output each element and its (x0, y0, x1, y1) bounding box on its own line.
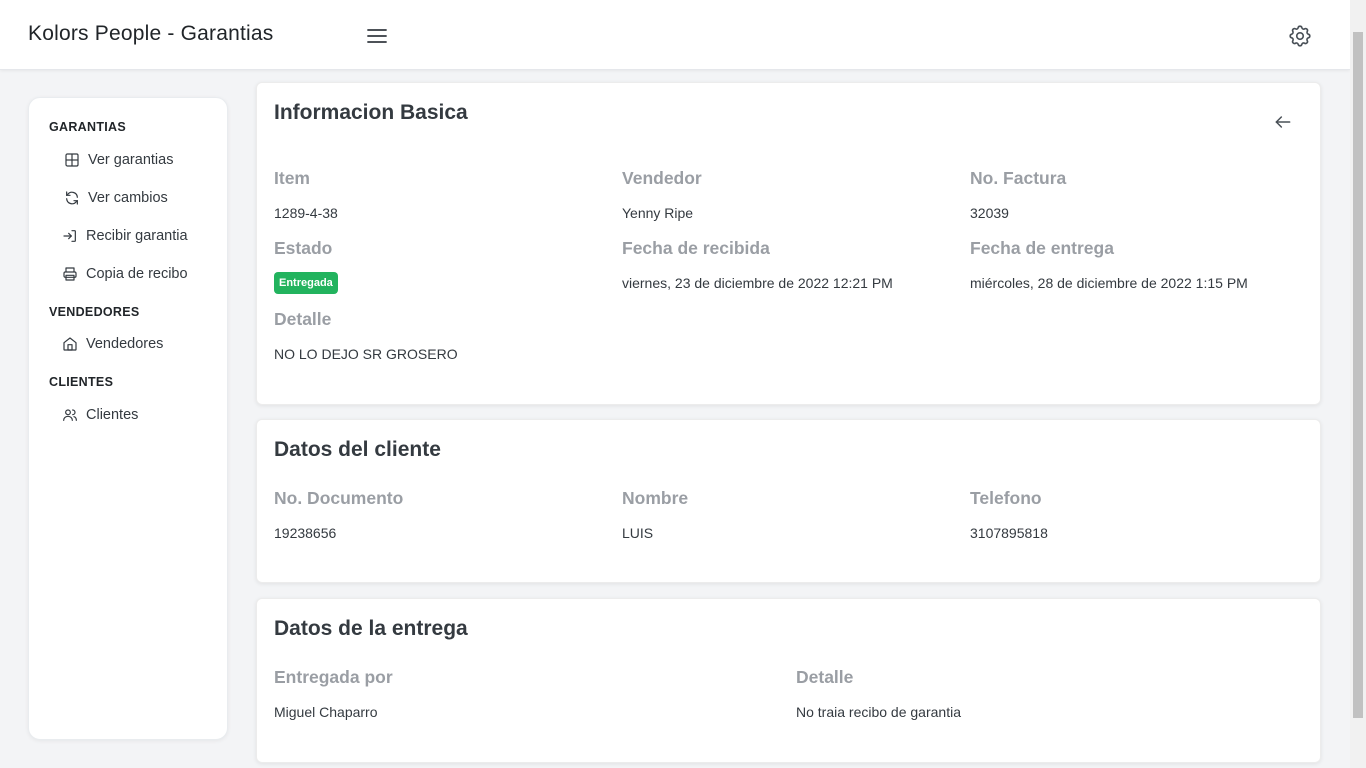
sidebar-item-ver-cambios[interactable]: Ver cambios (64, 190, 168, 206)
documento-value: 19238656 (274, 525, 337, 541)
fecha-entrega-label: Fecha de entrega (970, 238, 1114, 258)
fecha-recibida-label: Fecha de recibida (622, 238, 770, 258)
item-value: 1289-4-38 (274, 205, 338, 221)
factura-label: No. Factura (970, 168, 1067, 188)
table-icon (65, 153, 79, 167)
nombre-value: LUIS (622, 525, 654, 541)
refresh-icon (66, 191, 78, 205)
entregada-por-value: Miguel Chaparro (274, 704, 378, 720)
page-scrollbar[interactable] (1350, 0, 1366, 768)
vendedor-value: Yenny Ripe (622, 205, 694, 221)
fecha-recibida-value: viernes, 23 de diciembre de 2022 12:21 P… (622, 275, 893, 291)
vendedor-label: Vendedor (622, 168, 702, 188)
client-data-card: Datos del cliente No. Documento 19238656… (256, 419, 1321, 583)
detalle-value: NO LO DEJO SR GROSERO (274, 346, 458, 362)
sidebar-item-ver-garantias[interactable]: Ver garantias (64, 152, 173, 168)
sidebar: GARANTIAS Ver garantias Ver cambios Reci… (28, 97, 228, 740)
detalle-label: Detalle (274, 309, 332, 329)
entregada-por-label: Entregada por (274, 667, 393, 687)
arrow-left-icon[interactable] (1273, 112, 1293, 132)
scrollbar-thumb[interactable] (1353, 32, 1363, 718)
item-label: Item (274, 168, 310, 188)
sidebar-item-clientes[interactable]: Clientes (62, 407, 138, 423)
status-badge: Entregada (274, 272, 338, 294)
sidebar-item-copia-de-recibo[interactable]: Copia de recibo (62, 266, 188, 282)
sidebar-section-clientes: CLIENTES (49, 375, 114, 389)
sidebar-item-label: Copia de recibo (86, 266, 188, 282)
login-icon (63, 230, 76, 242)
sidebar-section-garantias: GARANTIAS (49, 120, 127, 134)
users-icon (63, 409, 77, 421)
sidebar-item-label: Vendedores (86, 336, 164, 352)
sidebar-item-vendedores[interactable]: Vendedores (62, 336, 163, 352)
sidebar-item-label: Clientes (86, 407, 139, 423)
documento-label: No. Documento (274, 488, 404, 508)
telefono-label: Telefono (970, 488, 1042, 508)
telefono-value: 3107895818 (970, 525, 1048, 541)
app-title: Kolors People - Garantias (28, 22, 274, 45)
printer-icon (63, 267, 77, 281)
sidebar-item-label: Recibir garantia (86, 228, 188, 244)
delivery-data-title: Datos de la entrega (274, 617, 468, 640)
basic-info-title: Informacion Basica (274, 101, 468, 124)
entrega-detalle-label: Detalle (796, 667, 854, 687)
sidebar-item-label: Ver cambios (88, 190, 168, 206)
delivery-data-card: Datos de la entrega Entregada por Miguel… (256, 598, 1321, 763)
factura-value: 32039 (970, 205, 1009, 221)
sidebar-section-vendedores: VENDEDORES (49, 305, 140, 319)
estado-label: Estado (274, 238, 333, 258)
basic-info-card: Informacion Basica Item 1289-4-38 Vended… (256, 82, 1321, 405)
hamburger-menu-icon[interactable] (365, 24, 389, 48)
sidebar-item-recibir-garantia[interactable]: Recibir garantia (62, 228, 188, 244)
app-header: Kolors People - Garantias (0, 0, 1350, 70)
gear-icon[interactable] (1287, 23, 1313, 49)
sidebar-item-label: Ver garantias (88, 152, 174, 168)
client-data-title: Datos del cliente (274, 438, 441, 461)
entrega-detalle-value: No traia recibo de garantia (796, 704, 961, 720)
nombre-label: Nombre (622, 488, 689, 508)
fecha-entrega-value: miércoles, 28 de diciembre de 2022 1:15 … (970, 275, 1248, 291)
home-icon (63, 337, 77, 351)
